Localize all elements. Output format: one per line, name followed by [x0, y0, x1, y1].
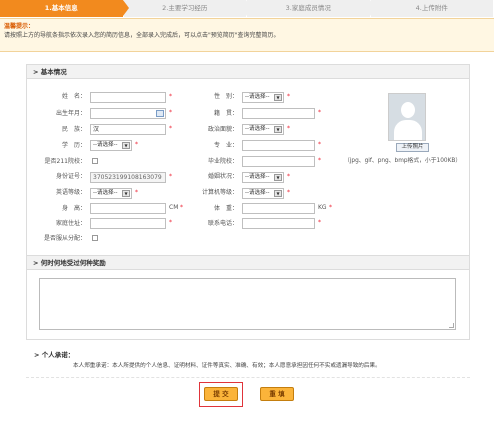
photo-placeholder [388, 93, 426, 141]
required-mark: * [169, 219, 172, 226]
computer-select-value: --请选择-- [245, 190, 270, 196]
label-birth: 出生年月： [55, 110, 86, 117]
step-family-members[interactable]: 3.家庭成员情况 [247, 0, 375, 17]
tip-text: 请按照上方的导航条指示依次录入您的简历信息，全部录入完成后，可以点击"预览简历"… [4, 32, 280, 39]
label-idcard: 身份证号： [55, 173, 86, 180]
label-native: 籍 贯： [213, 110, 238, 117]
nation-input[interactable]: 汉 [90, 124, 166, 135]
pledge-text: 本人郑重承诺：本人所提供的个人信息、证明材料、证件等真实、准确、有效；本人愿意承… [73, 363, 381, 369]
label-phone: 联系电话： [207, 220, 238, 227]
step-study-history[interactable]: 2.主要学习经历 [123, 0, 252, 17]
label-major: 专 业： [213, 142, 238, 149]
label-name: 姓 名： [61, 93, 86, 100]
label-english: 英语等级： [55, 189, 86, 196]
required-mark: * [318, 141, 321, 148]
assign-checkbox[interactable] [92, 235, 98, 241]
step-basic-info[interactable]: 1.基本信息 [0, 0, 128, 17]
computer-select[interactable]: --请选择-- ▼ [242, 188, 284, 199]
label-211: 是否211院校： [44, 158, 86, 165]
english-select[interactable]: --请选择-- ▼ [90, 188, 132, 199]
political-select[interactable]: --请选择-- ▼ [242, 124, 284, 135]
required-mark: * [169, 173, 172, 180]
label-assign: 是否服从分配： [43, 235, 86, 242]
pledge-heading: > 个人承诺： [34, 351, 75, 359]
education-select[interactable]: --请选择-- ▼ [90, 140, 132, 151]
required-mark: * [287, 93, 290, 100]
submit-button[interactable]: 提 交 [204, 387, 238, 401]
awards-heading: > 何时何地受过何种奖励 [27, 256, 469, 270]
native-input[interactable] [242, 108, 315, 119]
marital-select-value: --请选择-- [245, 174, 270, 180]
label-computer: 计算机等级： [201, 189, 238, 196]
address-input[interactable] [90, 218, 166, 229]
label-height: 身 高： [61, 205, 86, 212]
english-select-value: --请选择-- [93, 190, 118, 196]
school-input[interactable] [242, 156, 315, 167]
avatar-icon [401, 102, 415, 118]
required-mark: * [169, 109, 172, 116]
chevron-down-icon: ▼ [274, 94, 282, 101]
weight-unit: KG [318, 204, 327, 211]
label-gender: 性 别： [213, 93, 238, 100]
phone-input[interactable] [242, 218, 315, 229]
label-school: 毕业院校： [207, 158, 238, 165]
label-political: 政治面貌： [207, 126, 238, 133]
awards-textarea[interactable] [39, 278, 456, 330]
chevron-down-icon: ▼ [274, 174, 282, 181]
tip-box: 温馨提示： 请按照上方的导航条指示依次录入您的简历信息，全部录入完成后，可以点击… [0, 18, 494, 52]
major-input[interactable] [242, 140, 315, 151]
is211-checkbox[interactable] [92, 158, 98, 164]
step-upload-attachments[interactable]: 4.上传附件 [370, 0, 494, 17]
required-mark: * [318, 109, 321, 116]
label-education: 学 历： [61, 142, 86, 149]
required-mark: * [287, 125, 290, 132]
step-navigation: 1.基本信息 2.主要学习经历 3.家庭成员情况 4.上传附件 [0, 0, 494, 17]
chevron-down-icon: ▼ [274, 126, 282, 133]
height-unit: CM [169, 204, 179, 211]
label-address: 家庭住址： [55, 220, 86, 227]
label-nation: 民 族： [61, 126, 86, 133]
reset-button[interactable]: 重 填 [260, 387, 294, 401]
marital-select[interactable]: --请选择-- ▼ [242, 172, 284, 183]
tip-title: 温馨提示： [4, 23, 35, 30]
required-mark: * [318, 157, 321, 164]
chevron-down-icon: ▼ [122, 142, 130, 149]
required-mark: * [329, 204, 332, 211]
photo-format-hint: （jpg、gif、png、bmp格式，小于100KB） [344, 158, 462, 164]
weight-input[interactable] [242, 203, 315, 214]
upload-photo-button[interactable]: 上传照片 [396, 143, 429, 152]
required-mark: * [135, 141, 138, 148]
gender-select[interactable]: --请选择-- ▼ [242, 92, 284, 103]
label-weight: 体 重： [213, 205, 238, 212]
gender-select-value: --请选择-- [245, 94, 270, 100]
birth-input[interactable] [90, 108, 166, 119]
required-mark: * [169, 93, 172, 100]
political-select-value: --请选择-- [245, 126, 270, 132]
height-input[interactable] [90, 203, 166, 214]
label-marital: 婚姻状况： [207, 173, 238, 180]
required-mark: * [287, 189, 290, 196]
chevron-down-icon: ▼ [274, 190, 282, 197]
name-input[interactable] [90, 92, 166, 103]
idcard-input[interactable]: 370523199108163079 [90, 172, 166, 183]
divider [26, 377, 470, 378]
calendar-icon[interactable] [156, 110, 164, 117]
basic-info-heading: > 基本情况 [27, 65, 469, 79]
required-mark: * [318, 219, 321, 226]
resize-grip-icon[interactable] [449, 323, 454, 328]
required-mark: * [287, 173, 290, 180]
education-select-value: --请选择-- [93, 142, 118, 148]
required-mark: * [180, 204, 183, 211]
chevron-down-icon: ▼ [122, 190, 130, 197]
required-mark: * [169, 125, 172, 132]
required-mark: * [135, 189, 138, 196]
